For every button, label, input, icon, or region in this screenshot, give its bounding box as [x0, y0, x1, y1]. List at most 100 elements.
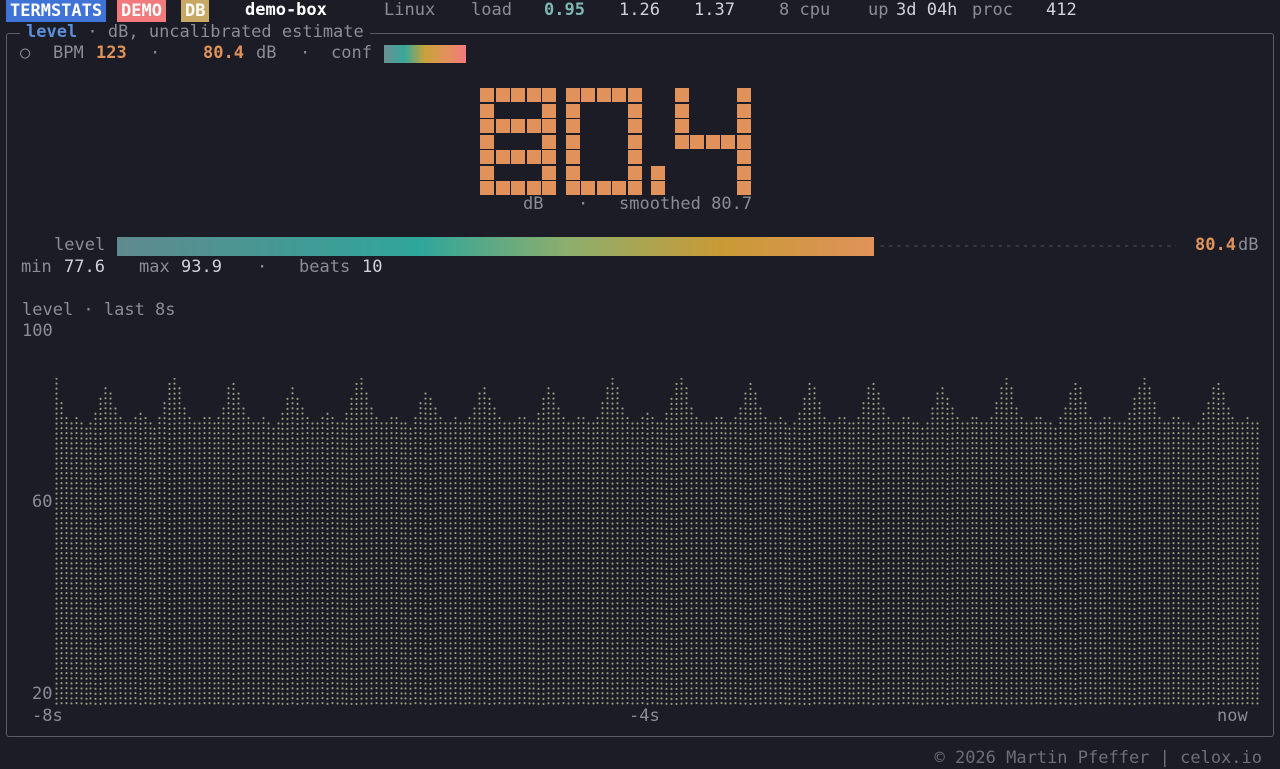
level-meter	[117, 237, 874, 256]
big-digit-pixel	[480, 165, 494, 180]
big-digit-pixel	[565, 103, 580, 118]
big-digit-pixel	[627, 103, 642, 118]
smoothed-value: smoothed 80.7	[619, 194, 753, 214]
big-digit-pixel	[480, 181, 494, 195]
big-digit-pixel	[651, 165, 665, 180]
big-digit-pixel	[627, 150, 642, 164]
db-badge: DB	[181, 0, 210, 22]
big-digit-pixel	[736, 150, 751, 164]
big-digit-pixel	[542, 181, 556, 195]
big-digit-pixel	[612, 88, 626, 102]
load-15: 1.37	[694, 0, 735, 20]
big-digit-pixel	[627, 181, 642, 195]
min-label: min	[21, 257, 52, 277]
confidence-bar	[384, 45, 466, 63]
proc-count: 412	[1046, 0, 1077, 20]
big-digit-pixel	[565, 134, 580, 149]
big-digit-pixel	[596, 88, 611, 102]
big-digit-pixel	[495, 119, 510, 133]
hostname: demo-box	[245, 0, 327, 20]
load-label: load	[471, 0, 512, 20]
conf-label: conf	[331, 43, 372, 63]
beats-label: beats	[299, 257, 351, 277]
uptime-label: up	[868, 0, 889, 20]
separator: ·	[150, 43, 161, 63]
big-digit-pixel	[511, 181, 525, 195]
proc-label: proc	[972, 0, 1013, 20]
big-caption-unit: dB	[523, 194, 544, 214]
beats-value: 10	[362, 257, 383, 277]
big-digit-pixel	[565, 165, 580, 180]
level-meter-track: ----------------------------------------…	[878, 238, 1176, 254]
max-value: 93.9	[181, 257, 222, 277]
big-digit-pixel	[495, 181, 510, 195]
big-caption-sep: ·	[578, 194, 589, 214]
big-digit-pixel	[480, 119, 494, 133]
big-digit-pixel	[526, 150, 541, 164]
big-digit-pixel	[581, 181, 595, 195]
x-tick-end: now	[1217, 706, 1248, 726]
big-digit-pixel	[736, 103, 751, 118]
y-tick-60: 60	[32, 492, 53, 512]
big-digit-pixel	[542, 150, 556, 164]
demo-badge: DEMO	[117, 0, 166, 22]
panel-title-sub: · dB, uncalibrated estimate	[77, 22, 364, 42]
bpm-label: BPM	[53, 43, 84, 63]
level-history-chart	[54, 360, 1261, 706]
big-digit-pixel	[736, 181, 751, 195]
big-digit-pixel	[721, 134, 735, 149]
separator: ·	[300, 43, 311, 63]
big-digit-pixel	[674, 119, 689, 133]
big-digit-pixel	[736, 134, 751, 149]
big-digit-pixel	[565, 88, 580, 102]
big-digit-pixel	[736, 119, 751, 133]
separator: ·	[257, 257, 268, 277]
big-digit-pixel	[627, 119, 642, 133]
big-digit-pixel	[480, 103, 494, 118]
chart-title: level · last 8s	[22, 300, 176, 320]
big-digit-pixel	[690, 134, 704, 149]
chart-column	[1255, 420, 1261, 706]
big-digit-pixel	[495, 88, 510, 102]
big-digit-pixel	[581, 88, 595, 102]
db-value: 80.4	[203, 43, 244, 63]
load-5: 1.26	[619, 0, 660, 20]
load-1: 0.95	[544, 0, 585, 20]
db-unit: dB	[256, 43, 277, 63]
big-digit-pixel	[612, 181, 626, 195]
panel-title-main: level	[26, 22, 78, 42]
max-label: max	[139, 257, 170, 277]
x-tick-start: -8s	[32, 706, 63, 726]
big-digit-pixel	[526, 181, 541, 195]
big-digit-pixel	[627, 134, 642, 149]
big-digit-pixel	[627, 88, 642, 102]
circle-icon: ○	[20, 43, 31, 63]
bpm-value: 123	[96, 43, 127, 63]
footer-credit: © 2026 Martin Pfeffer | celox.io	[934, 748, 1262, 768]
big-digit-pixel	[674, 103, 689, 118]
big-digit-pixel	[542, 103, 556, 118]
big-digit-pixel	[565, 150, 580, 164]
big-digit-pixel	[542, 165, 556, 180]
big-digit-pixel	[736, 165, 751, 180]
y-tick-20: 20	[32, 684, 53, 704]
os-label: Linux	[384, 0, 436, 20]
big-digit-pixel	[596, 181, 611, 195]
big-digit-pixel	[542, 119, 556, 133]
app-badge: TERMSTATS	[6, 0, 107, 22]
big-digit-pixel	[627, 165, 642, 180]
big-digit-pixel	[480, 134, 494, 149]
big-digit-pixel	[565, 181, 580, 195]
big-digit-pixel	[511, 119, 525, 133]
big-digit-pixel	[511, 150, 525, 164]
big-digit-pixel	[480, 88, 494, 102]
big-digit-pixel	[511, 88, 525, 102]
big-digit-pixel	[736, 88, 751, 102]
big-digit-pixel	[651, 181, 665, 195]
level-unit: dB	[1238, 235, 1259, 255]
big-digit-pixel	[526, 88, 541, 102]
big-digit-pixel	[674, 88, 689, 102]
big-digit-pixel	[480, 150, 494, 164]
level-value: 80.4	[1195, 235, 1236, 255]
big-digit-pixel	[705, 134, 720, 149]
